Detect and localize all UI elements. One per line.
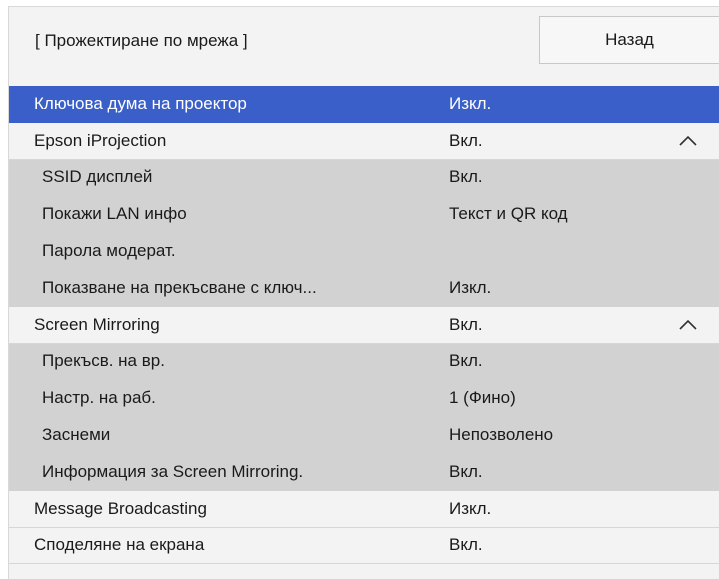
menu-row-ssid-display[interactable]: SSID дисплей Вкл. <box>9 159 719 197</box>
chevron-up-icon <box>679 319 697 330</box>
menu-item-value: 1 (Фино) <box>449 388 516 408</box>
menu-item-value: Вкл. <box>449 130 483 150</box>
menu-item-value: Изкл. <box>449 93 492 113</box>
menu-item-value: Вкл. <box>449 535 483 555</box>
menu-item-label: SSID дисплей <box>42 167 153 187</box>
menu-item-label: Показване на прекъсване с ключ... <box>42 277 317 297</box>
menu-header: [ Прожектиране по мрежа ] Назад <box>9 7 719 83</box>
menu-row-screen-mirroring[interactable]: Screen Mirroring Вкл. <box>9 306 719 344</box>
menu-item-label: Ключова дума на проектор <box>34 93 247 113</box>
menu-item-label: Информация за Screen Mirroring. <box>42 461 304 481</box>
menu-item-value: Текст и QR код <box>449 204 568 224</box>
menu-item-label: Epson iProjection <box>34 130 167 150</box>
menu-item-label: Заснеми <box>42 425 111 445</box>
menu-item-label: Покажи LAN инфо <box>42 204 187 224</box>
menu-item-label: Прекъсв. на вр. <box>42 351 165 371</box>
menu-item-label: Парола модерат. <box>42 241 176 261</box>
menu-row-epson-iprojection[interactable]: Epson iProjection Вкл. <box>9 122 719 160</box>
menu-row-interrupt-time[interactable]: Прекъсв. на вр. Вкл. <box>9 343 719 381</box>
menu-item-value: Вкл. <box>449 351 483 371</box>
menu-row-capture[interactable]: Заснеми Непозволено <box>9 417 719 454</box>
menu-item-value: Вкл. <box>449 167 483 187</box>
menu-item-label: Screen Mirroring <box>34 314 160 334</box>
menu-row-projector-keyword[interactable]: Ключова дума на проектор Изкл. <box>9 86 719 123</box>
menu-row-screen-mirroring-info[interactable]: Информация за Screen Mirroring. Вкл. <box>9 453 719 491</box>
menu-item-label: Message Broadcasting <box>34 498 207 518</box>
menu-item-label: Настр. на раб. <box>42 388 156 408</box>
page-title: [ Прожектиране по мрежа ] <box>35 31 248 50</box>
menu-item-value: Вкл. <box>449 314 483 334</box>
menu-item-value: Вкл. <box>449 461 483 481</box>
menu-row-message-broadcasting[interactable]: Message Broadcasting Изкл. <box>9 490 719 528</box>
menu-item-value: Изкл. <box>449 277 492 297</box>
menu-row-moderator-password[interactable]: Парола модерат. <box>9 233 719 270</box>
menu-row-lan-info[interactable]: Покажи LAN инфо Текст и QR код <box>9 196 719 234</box>
back-button[interactable]: Назад <box>539 16 719 64</box>
menu-item-value: Изкл. <box>449 498 492 518</box>
menu-item-value: Непозволено <box>449 425 554 445</box>
menu-row-screen-sharing[interactable]: Споделяне на екрана Вкл. <box>9 527 719 565</box>
settings-list: Ключова дума на проектор Изкл. Epson iPro… <box>9 86 719 565</box>
network-projection-panel: [ Прожектиране по мрежа ] Назад Ключова … <box>8 6 719 579</box>
chevron-up-icon <box>679 135 697 146</box>
menu-row-show-interrupt-key[interactable]: Показване на прекъсване с ключ... Изкл. <box>9 269 719 307</box>
menu-row-operation-setting[interactable]: Настр. на раб. 1 (Фино) <box>9 380 719 418</box>
menu-item-label: Споделяне на екрана <box>34 535 205 555</box>
